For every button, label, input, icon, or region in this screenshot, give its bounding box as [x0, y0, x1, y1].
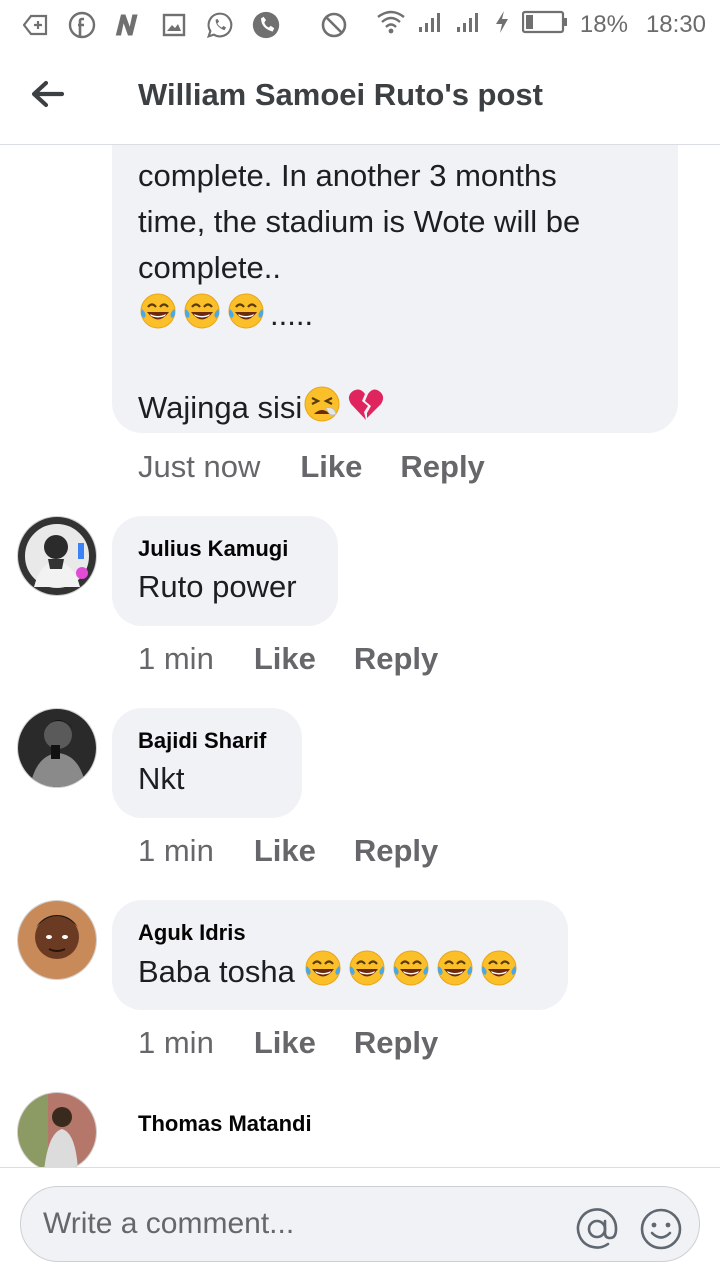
comment-last-text: Wajinga sisi [138, 390, 303, 425]
reply-button[interactable]: Reply [354, 1025, 438, 1061]
comment-author[interactable]: Aguk Idris [138, 920, 568, 946]
at-sign-icon[interactable] [575, 1207, 619, 1251]
comments-feed[interactable]: complete. In another 3 months time, the … [0, 145, 720, 1167]
avatar[interactable] [17, 708, 97, 788]
battery-percent: 18% [579, 11, 628, 38]
download-notification-icon [22, 11, 50, 39]
comment-bubble: Julius Kamugi Ruto power [112, 516, 338, 626]
battery-icon [521, 10, 568, 41]
comment-placeholder: Write a comment... [43, 1207, 295, 1240]
post-header: William Samoei Ruto's post [0, 50, 720, 145]
comment-time: 1 min [138, 833, 214, 868]
comment-line: complete.. [138, 250, 282, 285]
face-with-tears-of-joy-icon [435, 948, 475, 988]
face-with-tears-of-joy-icon [226, 291, 266, 331]
face-with-tears-of-joy-icon [347, 948, 387, 988]
comment-time: 1 min [138, 641, 214, 676]
broken-heart-icon [346, 384, 386, 424]
comment-time: 1 min [138, 1025, 214, 1060]
back-arrow-icon[interactable] [28, 74, 68, 114]
clock: 18:30 [645, 11, 706, 38]
image-icon [160, 11, 188, 39]
phone-call-icon [252, 11, 280, 39]
reply-button[interactable]: Reply [354, 641, 438, 677]
comment-line: complete. In another 3 months [138, 158, 557, 193]
wifi-icon [376, 9, 406, 42]
comment-meta: 1 min Like Reply [138, 833, 438, 869]
comment-composer: Write a comment... [0, 1167, 720, 1281]
like-button[interactable]: Like [254, 1025, 316, 1061]
comment-bubble: Bajidi Sharif Nkt [112, 708, 302, 818]
like-button[interactable]: Like [300, 449, 362, 485]
emoji-line: ..... [138, 291, 678, 338]
n-app-icon [114, 11, 142, 39]
like-button[interactable]: Like [254, 641, 316, 677]
face-with-tears-of-joy-icon [303, 948, 343, 988]
comment-text: Ruto power [138, 569, 297, 604]
comment-author[interactable]: Julius Kamugi [138, 536, 338, 562]
comment-author[interactable]: Thomas Matandi [138, 1111, 312, 1137]
face-with-tears-of-joy-icon [391, 948, 431, 988]
like-button[interactable]: Like [254, 833, 316, 869]
smiley-icon[interactable] [639, 1207, 683, 1251]
charging-bolt-icon [494, 10, 510, 41]
comment-text-line: Baba tosha [138, 948, 568, 995]
face-with-tears-of-joy-icon [138, 291, 178, 331]
whatsapp-icon [206, 11, 234, 39]
signal-icon-sim2 [456, 11, 482, 40]
page-title: William Samoei Ruto's post [138, 77, 543, 112]
face-with-tears-of-joy-icon [182, 291, 222, 331]
reply-button[interactable]: Reply [354, 833, 438, 869]
comment-line: Wajinga sisi [138, 384, 678, 431]
do-not-disturb-icon [320, 11, 348, 39]
comment-text: Nkt [138, 761, 185, 796]
comment-text: Baba tosha [138, 954, 295, 989]
comment-bubble: complete. In another 3 months time, the … [112, 145, 678, 433]
signal-icon-sim1 [418, 11, 444, 40]
comment-meta: 1 min Like Reply [138, 1025, 438, 1061]
ellipsis-text: ..... [270, 297, 314, 332]
facebook-icon [68, 11, 96, 39]
avatar[interactable] [17, 900, 97, 980]
comment-meta: Just now Like Reply [138, 449, 485, 485]
status-icons-right: 18% 18:30 [376, 0, 706, 50]
tired-face-icon [302, 384, 342, 424]
comment-meta: 1 min Like Reply [138, 641, 438, 677]
comment-author[interactable]: Bajidi Sharif [138, 728, 302, 754]
avatar[interactable] [17, 516, 97, 596]
reply-button[interactable]: Reply [400, 449, 484, 485]
face-with-tears-of-joy-icon [479, 948, 519, 988]
comment-line: time, the stadium is Wote will be [138, 204, 581, 239]
comment-input[interactable]: Write a comment... [20, 1186, 700, 1262]
status-bar: 18% 18:30 [0, 0, 720, 50]
avatar[interactable] [17, 1092, 97, 1167]
comment-bubble: Aguk Idris Baba tosha [112, 900, 568, 1010]
comment-time: Just now [138, 449, 261, 484]
status-icons-left [22, 11, 348, 39]
